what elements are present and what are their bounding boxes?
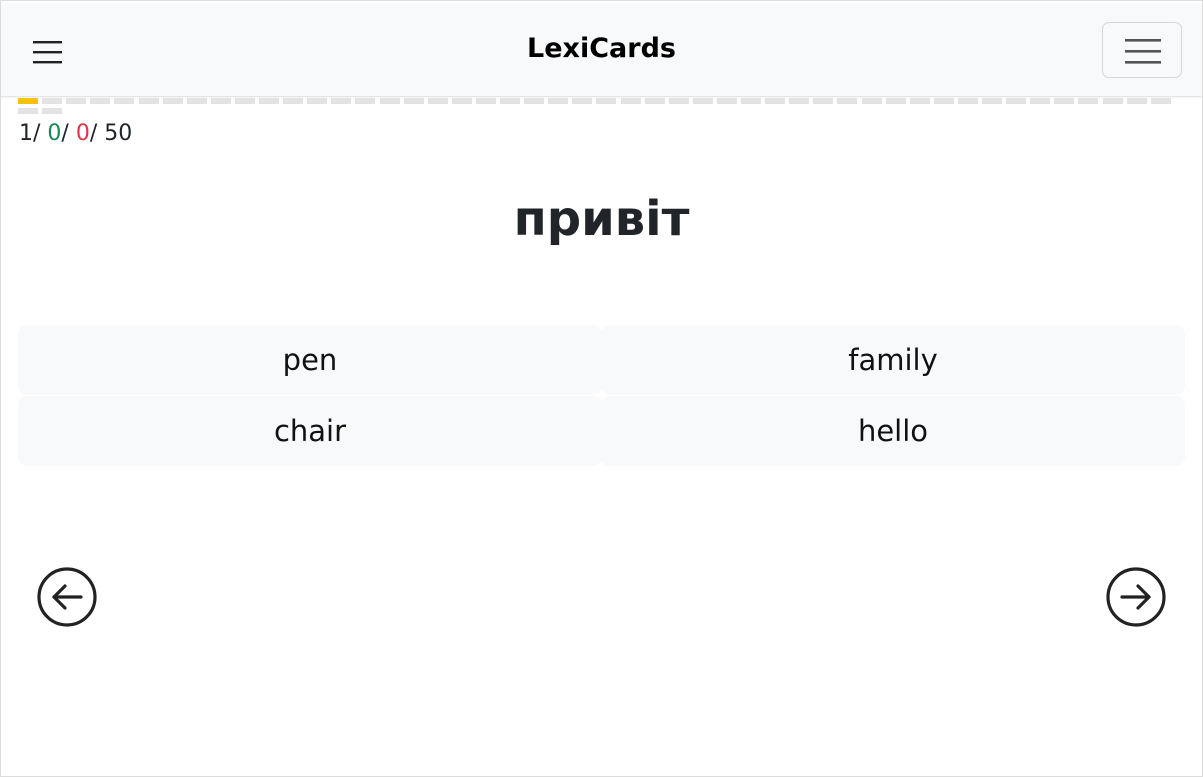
progress-segment [331,98,352,104]
option-button[interactable]: pen [18,325,602,395]
option-button[interactable]: family [601,325,1185,395]
progress-segment [283,98,304,104]
progress-segment [42,98,63,104]
progress-segment [813,98,834,104]
progress-segment [234,98,255,104]
progress-segment [692,98,713,104]
progress-segment [765,98,786,104]
navbar-toggler-button[interactable] [1102,22,1182,78]
counter-separator: / [89,121,105,146]
progress-segment [1054,98,1075,104]
progress-segment [475,98,496,104]
counter-current: 1 [19,121,33,146]
brand-title: LexiCards [527,33,676,64]
progress-segment [42,108,63,114]
progress-segment [1030,98,1051,104]
progress-segment [18,108,38,114]
option-button[interactable]: chair [18,396,602,466]
progress-segment [885,98,906,104]
progress-segment [789,98,810,104]
progress-segment [572,98,593,104]
progress-segment [18,98,38,104]
app-frame: LexiCards 1/ 0/ 0/ 50 привіт pen family … [0,0,1203,777]
counter-correct: 0 [47,121,62,146]
progress-segment [66,98,87,104]
progress-segment [741,98,761,104]
progress-segment [500,98,520,104]
navbar-toggler-icon [1125,39,1161,64]
progress-segment [162,98,183,104]
score-counter: 1/ 0/ 0/ 50 [19,121,132,146]
progress-segment [1126,98,1147,104]
progress-segment [114,98,135,104]
counter-wrong: 0 [75,121,90,146]
progress-segment [620,98,641,104]
progress-segment [1102,98,1123,104]
progress-segment [259,98,279,104]
progress-segment [668,98,689,104]
progress-segments [18,98,1171,118]
card-word: привіт [513,191,690,247]
progress-segment [451,98,472,104]
progress-segment [90,98,111,104]
progress-segment [186,98,207,104]
counter-total: 50 [104,121,133,146]
progress-segment [1006,98,1027,104]
progress-segment [909,98,930,104]
progress-segment [307,98,328,104]
progress-segment [210,98,231,104]
progress-segment [1150,98,1171,104]
progress-segment [716,98,737,104]
counter-separator: / [33,121,48,146]
progress-segment [957,98,978,104]
progress-segment [861,98,882,104]
arrow-left-circle-icon [37,567,97,627]
progress-segment [138,98,159,104]
progress-segment [548,98,569,104]
option-button[interactable]: hello [601,396,1185,466]
progress-segment [837,98,858,104]
progress-segment [596,98,617,104]
counter-separator: / [61,121,76,146]
progress-segment [427,98,448,104]
arrow-right-circle-icon [1106,567,1166,627]
progress-segment [355,98,376,104]
progress-segment [403,98,424,104]
progress-segment [933,98,954,104]
top-navbar: LexiCards [1,3,1202,97]
next-card-button[interactable] [1106,567,1166,627]
progress-segment [524,98,545,104]
progress-segment [644,98,665,104]
progress-segment [379,98,400,104]
progress-segment [982,98,1002,104]
previous-card-button[interactable] [37,567,97,627]
progress-segment [1078,98,1099,104]
